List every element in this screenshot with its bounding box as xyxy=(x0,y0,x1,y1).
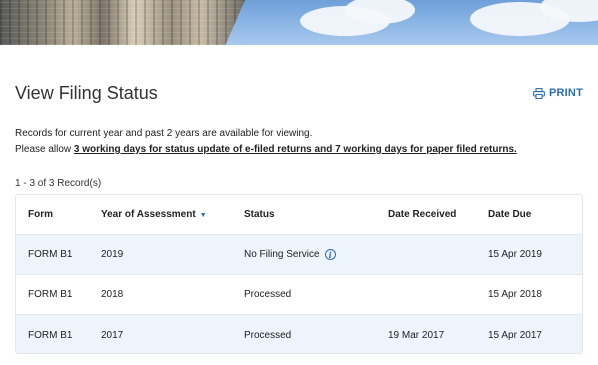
header-banner xyxy=(0,0,598,45)
cell-date-received: 19 Mar 2017 xyxy=(388,329,445,341)
cell-status-text: No Filing Service xyxy=(244,249,320,260)
processing-time-prefix: Please allow xyxy=(15,144,74,155)
table-row: FORM B1 2017 Processed 19 Mar 2017 15 Ap… xyxy=(16,315,582,353)
cell-year: 2018 xyxy=(101,289,124,300)
info-icon[interactable]: i xyxy=(324,249,336,260)
record-count: 1 - 3 of 3 Record(s) xyxy=(15,178,102,189)
column-header-status: Status xyxy=(244,209,275,220)
table-header-row: Form Year of Assessment ▼ Status Date Rec… xyxy=(16,195,582,235)
cell-date-due: 15 Apr 2017 xyxy=(488,329,542,341)
page-title: View Filing Status xyxy=(15,83,158,103)
cell-date-due: 15 Apr 2018 xyxy=(488,289,542,300)
cell-year: 2017 xyxy=(101,329,124,341)
processing-time-note: Please allow 3 working days for status u… xyxy=(15,144,517,155)
cell-status: No Filing Service i xyxy=(244,249,336,260)
print-label: PRINT xyxy=(549,87,583,99)
records-availability-note: Records for current year and past 2 year… xyxy=(15,128,313,139)
banner-building-image xyxy=(0,0,245,45)
cell-form: FORM B1 xyxy=(28,249,73,260)
table-row: FORM B1 2019 No Filing Service i 15 Apr … xyxy=(16,235,582,275)
cell-status: Processed xyxy=(244,329,292,341)
column-header-date-due: Date Due xyxy=(488,209,532,220)
cell-status: Processed xyxy=(244,289,292,300)
printer-icon xyxy=(533,87,545,99)
cell-form: FORM B1 xyxy=(28,289,73,300)
column-header-year-of-assessment[interactable]: Year of Assessment ▼ xyxy=(101,209,207,220)
cell-year: 2019 xyxy=(101,249,124,260)
table-row: FORM B1 2018 Processed 15 Apr 2018 xyxy=(16,275,582,315)
processing-time-emphasis: 3 working days for status update of e-fi… xyxy=(73,144,517,155)
sort-down-icon: ▼ xyxy=(199,212,207,219)
filing-status-table: Form Year of Assessment ▼ Status Date Rec… xyxy=(15,194,583,354)
column-header-date-received: Date Received xyxy=(388,209,457,220)
cell-date-due: 15 Apr 2019 xyxy=(488,249,542,260)
column-header-year-label: Year of Assessment xyxy=(101,209,196,220)
column-header-form: Form xyxy=(28,209,53,220)
cell-form: FORM B1 xyxy=(28,329,73,341)
print-button[interactable]: PRINT xyxy=(533,87,583,99)
